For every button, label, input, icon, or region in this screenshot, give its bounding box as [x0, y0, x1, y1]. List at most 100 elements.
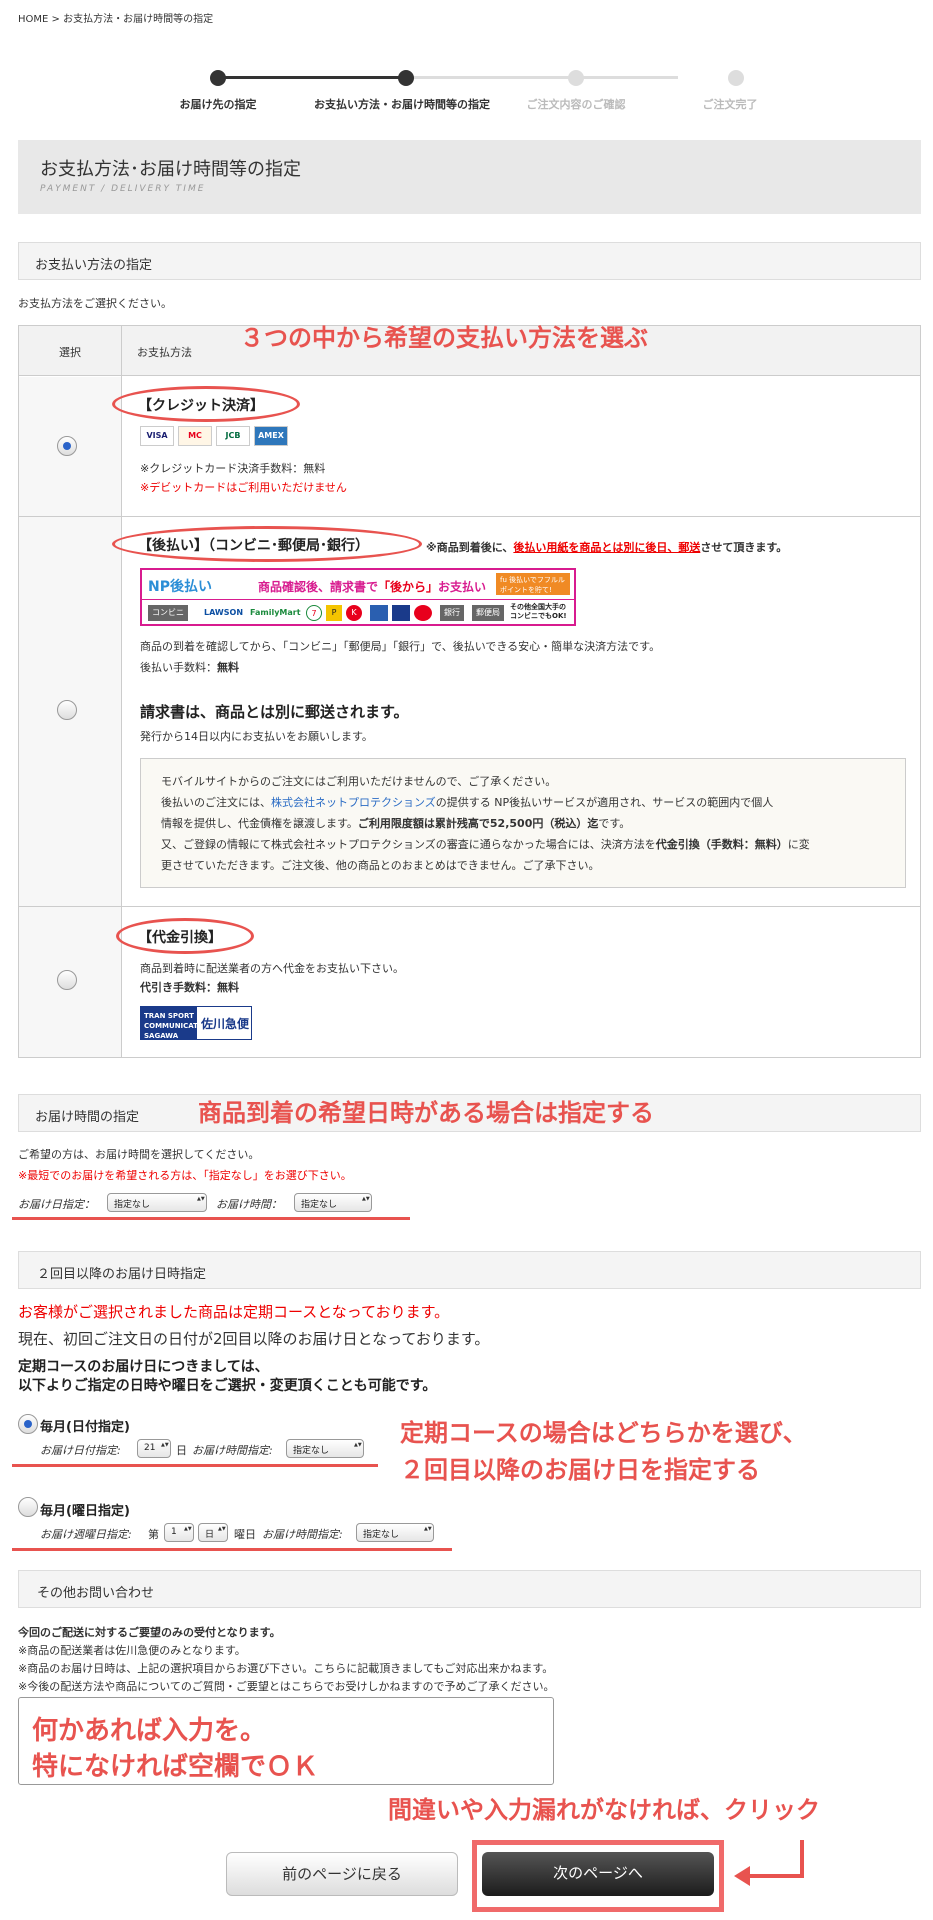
cod-radio[interactable]: [57, 970, 77, 990]
column-header-method: お支払方法: [137, 346, 192, 359]
recurring-day-suffix: 日: [176, 1444, 187, 1457]
np-description: 商品の到着を確認してから、「コンビニ」「郵便局」「銀行」で、後払いできる安心・簡…: [140, 640, 661, 653]
sagawa-logo-kanji: 佐川急便: [201, 1017, 250, 1031]
np-msg-b: 「後から」: [378, 580, 439, 594]
inquiry-line-1: ※商品の配送業者は佐川急便のみとなります。: [18, 1644, 246, 1657]
delivery-date-select[interactable]: 指定なし: [107, 1193, 207, 1212]
store-logo-b: [392, 605, 410, 621]
sagawa-logo-text: TRAN SPORT COMMUNICATIONS SAGAWA: [141, 1007, 217, 1040]
row-divider-2: [19, 906, 920, 907]
recurring-weekday-select[interactable]: 日: [198, 1523, 228, 1542]
recurring-bold-2: 以下よりご指定の日時や曜日をご選択・変更頂くことも可能です。: [18, 1378, 437, 1394]
step-label-3: ご注文内容のご確認: [526, 98, 626, 111]
np-note-pre: ※商品到着後に、: [426, 541, 514, 554]
np-info-line-2: 後払いのご注文には、株式会社ネットプロテクションズの提供する NP後払いサービス…: [161, 794, 773, 810]
recurring-opt1-underline: [12, 1464, 378, 1467]
recurring-line-2: 現在、初回ご注文日の日付が2回目以降のお届け日となっております。: [18, 1330, 490, 1348]
netprotections-link[interactable]: 株式会社ネットプロテクションズ: [271, 796, 436, 809]
np-info-l4c: に変: [787, 838, 810, 851]
inquiry-section-title: その他お問い合わせ: [37, 1586, 155, 1601]
payment-intro: お支払方法をご選択ください。: [18, 297, 172, 310]
breadcrumb-current: お支払方法・お届け時間等の指定: [63, 14, 214, 25]
inquiry-line-2: ※商品のお届け日時は、上記の選択項目からお選び下さい。こちらに記載頂きましてもご…: [18, 1662, 554, 1675]
np-msg-c: お支払い: [438, 580, 487, 594]
np-note-post: させて頂きます。: [700, 541, 788, 554]
other-conbini-note: その他全国大手のコンビニでもOK!: [510, 603, 567, 620]
delivery-section-title: お届け時間の指定: [35, 1110, 140, 1125]
visa-icon: VISA: [140, 426, 174, 446]
bank-tag: 銀行: [440, 605, 464, 621]
prev-page-button[interactable]: 前のページに戻る: [226, 1852, 458, 1896]
footer-annotation: 間違いや入力漏れがなければ、クリック: [388, 1796, 820, 1824]
delivery-line-2: ※最短でのお届けを希望される方は、「指定なし」をお選び下さい。: [18, 1169, 352, 1182]
delivery-date-label: お届け日指定：: [18, 1198, 95, 1211]
np-info-l3c: です。: [598, 817, 631, 830]
delivery-time-select[interactable]: 指定なし: [294, 1193, 372, 1212]
jcb-icon: JCB: [216, 426, 250, 446]
credit-radio[interactable]: [57, 436, 77, 456]
step-line-done: [218, 76, 406, 79]
recurring-section-title: ２回目以降のお届け日時指定: [37, 1267, 207, 1282]
recurring-date-select[interactable]: 21: [137, 1439, 171, 1458]
np-info-l2b: の提供する NP後払いサービスが適用され、サービスの範囲内で個人: [435, 796, 774, 809]
circlek-logo: K: [346, 605, 362, 621]
breadcrumb-home-link[interactable]: HOME: [18, 14, 48, 25]
breadcrumb: HOME > お支払方法・お届け時間等の指定: [18, 10, 213, 25]
recurring-week-label: お届け週曜日指定:: [40, 1528, 132, 1541]
recurring-week-prefix: 第: [148, 1528, 159, 1541]
recurring-weekday-time-select[interactable]: 指定なし: [356, 1523, 434, 1542]
page-title: お支払方法･お届け時間等の指定: [40, 159, 301, 180]
payment-section-title: お支払い方法の指定: [35, 258, 153, 273]
np-info-l4b: 代金引換（手数料：無料）: [655, 838, 788, 851]
np-title: 【後払い】（コンビニ･郵便局･銀行）: [138, 538, 369, 554]
credit-debit-note: ※デビットカードはご利用いただけません: [140, 481, 347, 494]
recurring-annotation-1: 定期コースの場合はどちらかを選び、: [400, 1419, 807, 1447]
amex-icon: AMEX: [254, 426, 288, 446]
np-info-line-4: 又、ご登録の情報にて株式会社ネットプロテクションズの審査に通らなかった場合には、…: [161, 836, 810, 852]
fu-point-badge: fu 後払いでフフルル ポイントを貯て!: [496, 573, 570, 595]
np-info-l3a: 情報を提供し、代金債権を譲渡します。: [161, 817, 358, 830]
textarea-annotation-1: 何かあれば入力を。: [32, 1716, 267, 1746]
familymart-logo: FamilyMart: [246, 605, 305, 621]
column-header-select: 選択: [59, 346, 81, 359]
np-info-l2a: 後払いのご注文には、: [161, 796, 271, 809]
inquiry-bold: 今回のご配送に対するご要望のみの受付となります。: [18, 1626, 281, 1639]
cod-title: 【代金引換】: [138, 930, 222, 946]
page-title-banner: お支払方法･お届け時間等の指定 PAYMENT / DELIVERY TIME: [18, 140, 921, 214]
recurring-bold-1: 定期コースのお届け日につきましては、: [18, 1359, 269, 1375]
recurring-date-time-select[interactable]: 指定なし: [286, 1439, 364, 1458]
np-banner-message: 商品確認後、請求書で「後から」お支払い: [258, 578, 486, 595]
np-info-line-3: 情報を提供し、代金債権を譲渡します。ご利用限度額は累計残高で52,500円（税込…: [161, 815, 630, 831]
np-info-line-1: モバイルサイトからのご注文にはご利用いただけませんので、ご了承ください。: [161, 775, 557, 788]
step-dot-1: [210, 70, 226, 86]
np-info-l4a: 又、ご登録の情報にて株式会社ネットプロテクションズの審査に通らなかった場合には、…: [161, 838, 656, 851]
np-radio[interactable]: [57, 700, 77, 720]
np-note: ※商品到着後に、後払い用紙を商品とは別に後日、郵送させて頂きます。: [426, 539, 787, 555]
np-fee-value: 無料: [217, 661, 239, 674]
delivery-underline: [12, 1217, 410, 1220]
recurring-annotation-2: ２回目以降のお届け日を指定する: [400, 1456, 760, 1484]
progress-steps: お届け先の指定 お支払い方法・お届け時間等の指定 ご注文内容のご確認 ご注文完了: [150, 66, 758, 116]
recurring-opt2-underline: [12, 1548, 452, 1551]
recurring-weekday-radio[interactable]: [18, 1497, 38, 1517]
row-divider-1: [19, 516, 920, 517]
recurring-date-label: お届け日付指定:: [40, 1444, 121, 1457]
np-fee: 後払い手数料：無料: [140, 659, 239, 675]
np-info-line-5: 更させていただきます。ご注文後、他の商品とのおまとめはできません。ご了承下さい。: [161, 859, 600, 872]
recurring-weekday-title: 毎月(曜日指定): [40, 1504, 130, 1519]
np-fee-label: 後払い手数料：: [140, 661, 217, 674]
page-subtitle: PAYMENT / DELIVERY TIME: [40, 184, 206, 194]
ministop-logo: P: [326, 605, 342, 621]
payment-section-header: お支払い方法の指定: [18, 242, 921, 280]
delivery-annotation: 商品到着の希望日時がある場合は指定する: [198, 1099, 654, 1127]
recurring-date-radio[interactable]: [18, 1414, 38, 1434]
recurring-week-select[interactable]: 1: [164, 1523, 194, 1542]
textarea-annotation-2: 特になければ空欄でＯＫ: [32, 1752, 319, 1782]
recurring-date-time-label: お届け時間指定:: [192, 1444, 273, 1457]
store-logo-a: [370, 605, 388, 621]
invoice-subtext: 発行から14日以内にお支払いをお願いします。: [140, 730, 373, 743]
cod-description: 商品到着時に配送業者の方へ代金をお支払い下さい。: [140, 962, 404, 975]
recurring-weekday-suffix: 曜日: [234, 1528, 256, 1541]
credit-fee: ※クレジットカード決済手数料：無料: [140, 462, 326, 475]
next-page-button[interactable]: 次のページへ: [482, 1852, 714, 1896]
